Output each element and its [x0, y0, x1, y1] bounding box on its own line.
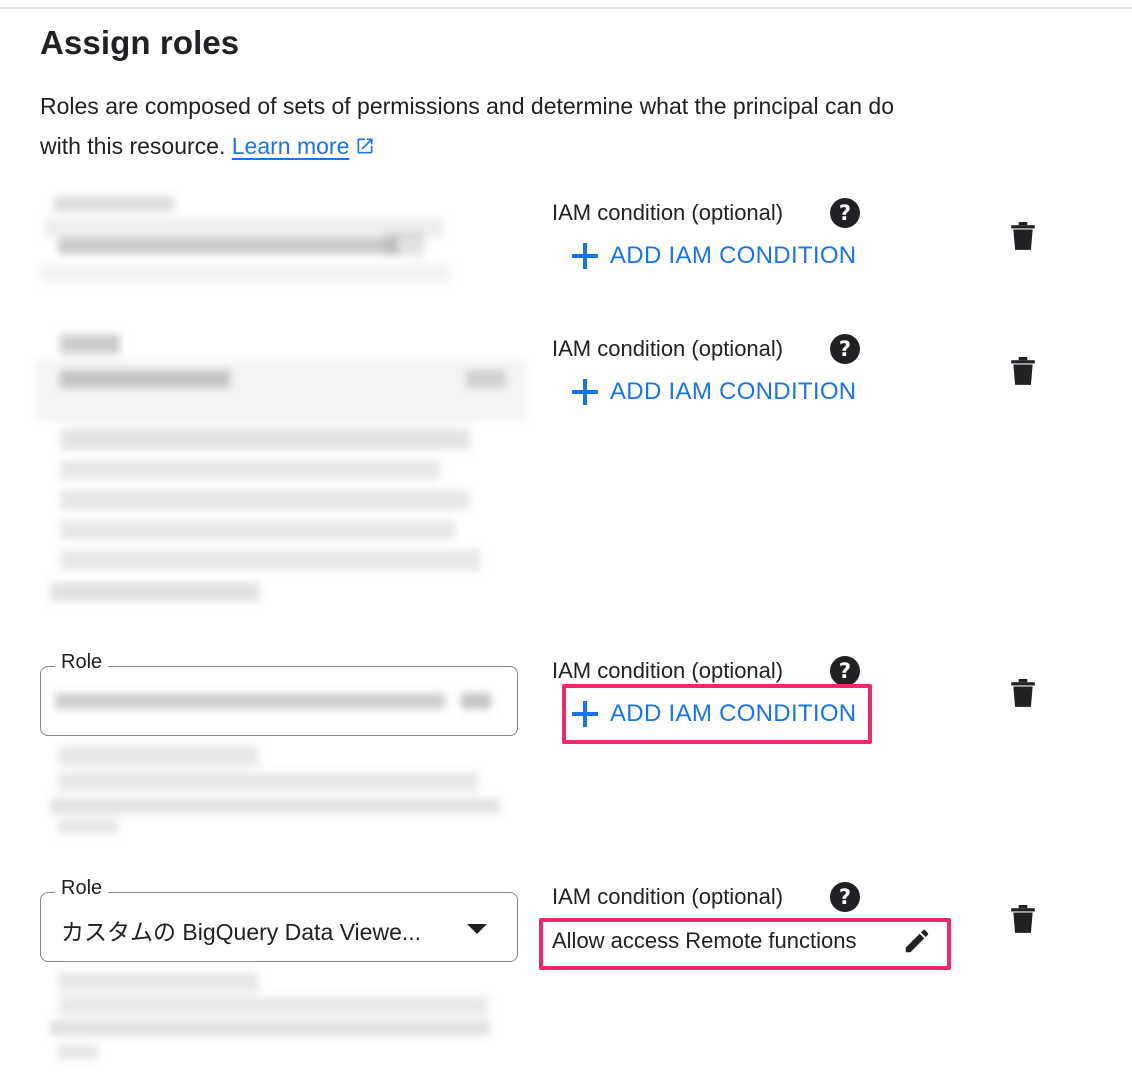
help-icon[interactable]: ?: [830, 198, 860, 228]
iam-condition-label-4: IAM condition (optional): [552, 884, 784, 909]
iam-condition-label-3: IAM condition (optional): [552, 658, 784, 683]
description-line-1: Roles are composed of sets of permission…: [40, 93, 895, 119]
role-select-3[interactable]: Role: [40, 651, 518, 736]
role-label: Role: [55, 651, 109, 674]
top-divider: [0, 7, 1132, 9]
highlight-box: [562, 684, 872, 744]
plus-icon: [572, 243, 598, 269]
redacted-role-value: [55, 689, 495, 715]
add-iam-condition-button-2[interactable]: ADD IAM CONDITION: [572, 378, 856, 406]
redacted-principal-1: [34, 188, 454, 292]
trash-icon[interactable]: [1010, 679, 1036, 709]
page-title: Assign roles: [40, 24, 240, 61]
role-value: カスタムの BigQuery Data Viewe...: [61, 919, 422, 945]
external-link-icon: [357, 138, 373, 154]
redacted-role-description-4: [44, 966, 504, 1062]
description-line-2: with this resource.: [40, 133, 226, 159]
add-iam-condition-label: ADD IAM CONDITION: [610, 378, 857, 405]
add-iam-condition-button-1[interactable]: ADD IAM CONDITION: [572, 242, 856, 270]
description: Roles are composed of sets of permission…: [40, 86, 1050, 166]
add-iam-condition-label: ADD IAM CONDITION: [610, 242, 857, 269]
plus-icon: [572, 379, 598, 405]
role-select-4[interactable]: Role カスタムの BigQuery Data Viewe...: [40, 877, 518, 962]
help-icon[interactable]: ?: [830, 656, 860, 686]
trash-icon[interactable]: [1010, 905, 1036, 935]
redacted-principal-2: [30, 320, 530, 616]
dropdown-caret-icon: [467, 924, 487, 934]
help-icon[interactable]: ?: [830, 334, 860, 364]
help-icon[interactable]: ?: [830, 882, 860, 912]
redacted-role-description-3: [44, 740, 504, 836]
role-label: Role: [55, 877, 109, 900]
trash-icon[interactable]: [1010, 357, 1036, 387]
highlight-box: [539, 918, 951, 970]
iam-condition-label-1: IAM condition (optional): [552, 200, 784, 225]
iam-condition-label-2: IAM condition (optional): [552, 336, 784, 361]
learn-more-label: Learn more: [231, 133, 350, 159]
learn-more-link[interactable]: Learn more: [232, 133, 376, 159]
trash-icon[interactable]: [1010, 222, 1036, 252]
